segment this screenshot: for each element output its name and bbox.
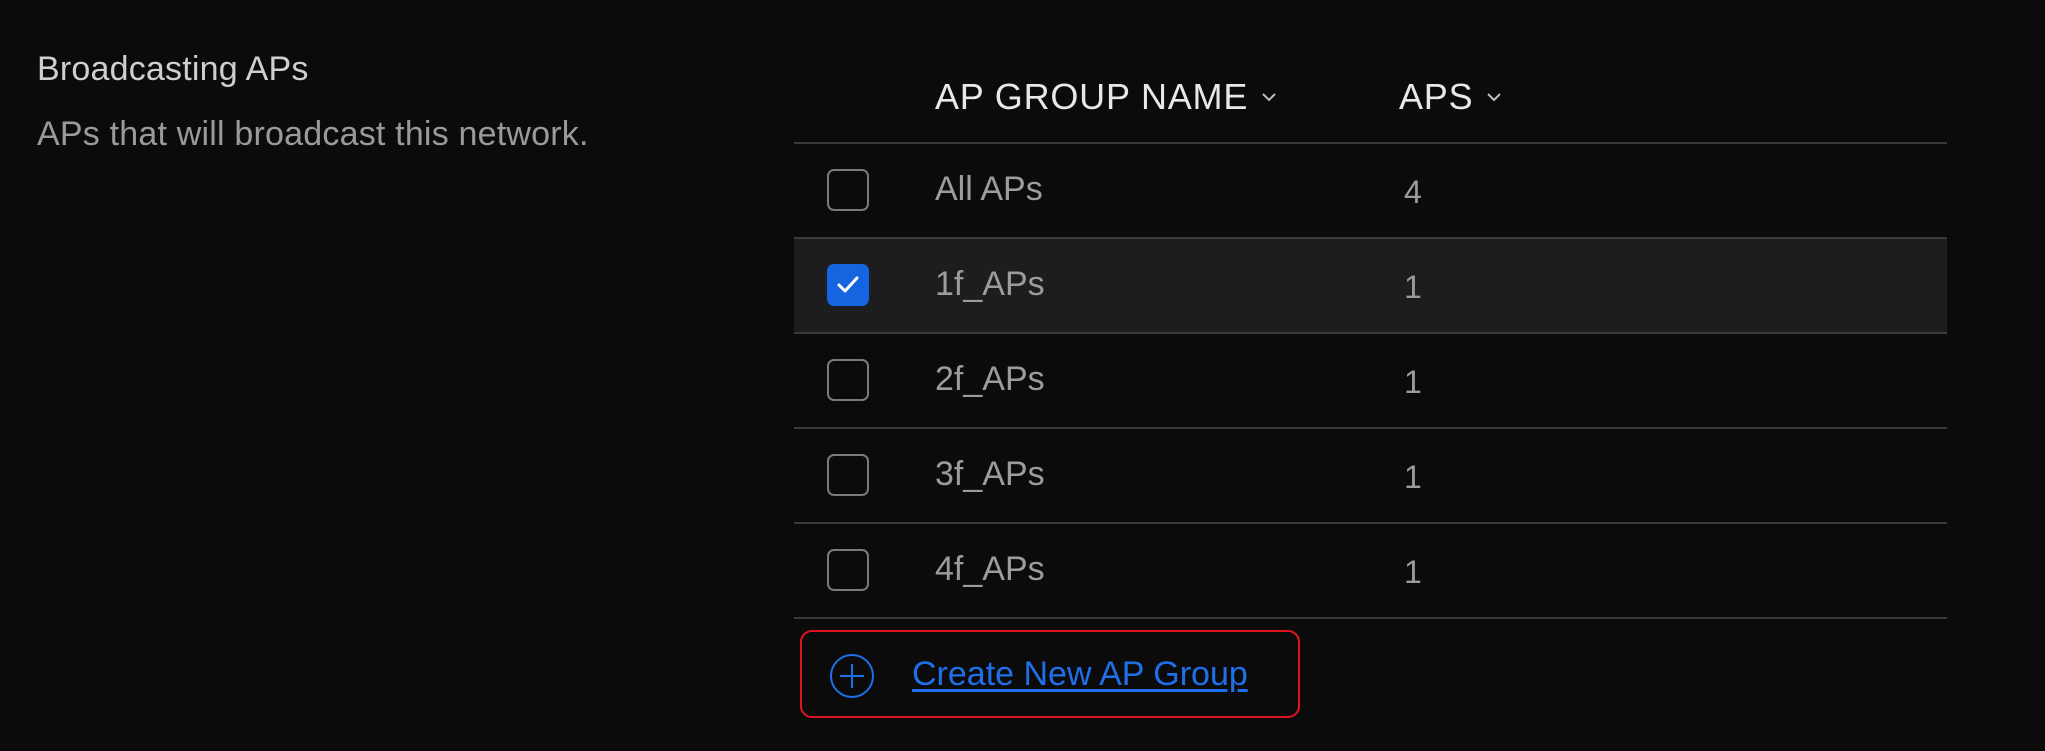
ap-group-name: 2f_APs <box>935 360 1045 398</box>
ap-group-name: 3f_APs <box>935 455 1045 493</box>
column-header-label: AP GROUP NAME <box>935 76 1249 117</box>
row-checkbox[interactable] <box>827 169 869 211</box>
ap-count: 1 <box>1404 364 1422 400</box>
table-header: AP GROUP NAME APS <box>794 60 1947 144</box>
ap-group-name: 4f_APs <box>935 550 1045 588</box>
table-row[interactable]: 4f_APs 1 <box>794 524 1947 619</box>
table-row[interactable]: 3f_APs 1 <box>794 429 1947 524</box>
row-checkbox[interactable] <box>827 264 869 306</box>
section-title: Broadcasting APs <box>37 50 309 88</box>
ap-count: 1 <box>1404 459 1422 495</box>
ap-group-name: All APs <box>935 170 1043 208</box>
row-checkbox[interactable] <box>827 454 869 496</box>
column-header-ap-group-name[interactable]: AP GROUP NAME <box>935 76 1278 118</box>
row-checkbox[interactable] <box>827 359 869 401</box>
column-header-label: APS <box>1399 76 1474 117</box>
ap-group-name: 1f_APs <box>935 265 1045 303</box>
ap-count: 1 <box>1404 269 1422 305</box>
broadcasting-aps-panel: Broadcasting APs APs that will broadcast… <box>0 0 2045 751</box>
ap-count: 1 <box>1404 554 1422 590</box>
section-description: APs that will broadcast this network. <box>37 115 589 153</box>
create-ap-group-highlight: Create New AP Group <box>800 630 1300 718</box>
ap-group-table: AP GROUP NAME APS All APs 4 1f_APs 1 2f_… <box>794 60 1947 619</box>
checkmark-icon <box>837 276 859 293</box>
column-header-aps[interactable]: APS <box>1399 76 1503 118</box>
row-checkbox[interactable] <box>827 549 869 591</box>
create-new-ap-group-link[interactable]: Create New AP Group <box>912 655 1248 694</box>
plus-circle-icon[interactable] <box>829 653 875 699</box>
chevron-down-icon <box>1262 93 1276 102</box>
table-row[interactable]: 2f_APs 1 <box>794 334 1947 429</box>
chevron-down-icon <box>1487 93 1502 102</box>
table-row[interactable]: All APs 4 <box>794 144 1947 239</box>
table-row[interactable]: 1f_APs 1 <box>794 239 1947 334</box>
ap-count: 4 <box>1404 174 1422 210</box>
